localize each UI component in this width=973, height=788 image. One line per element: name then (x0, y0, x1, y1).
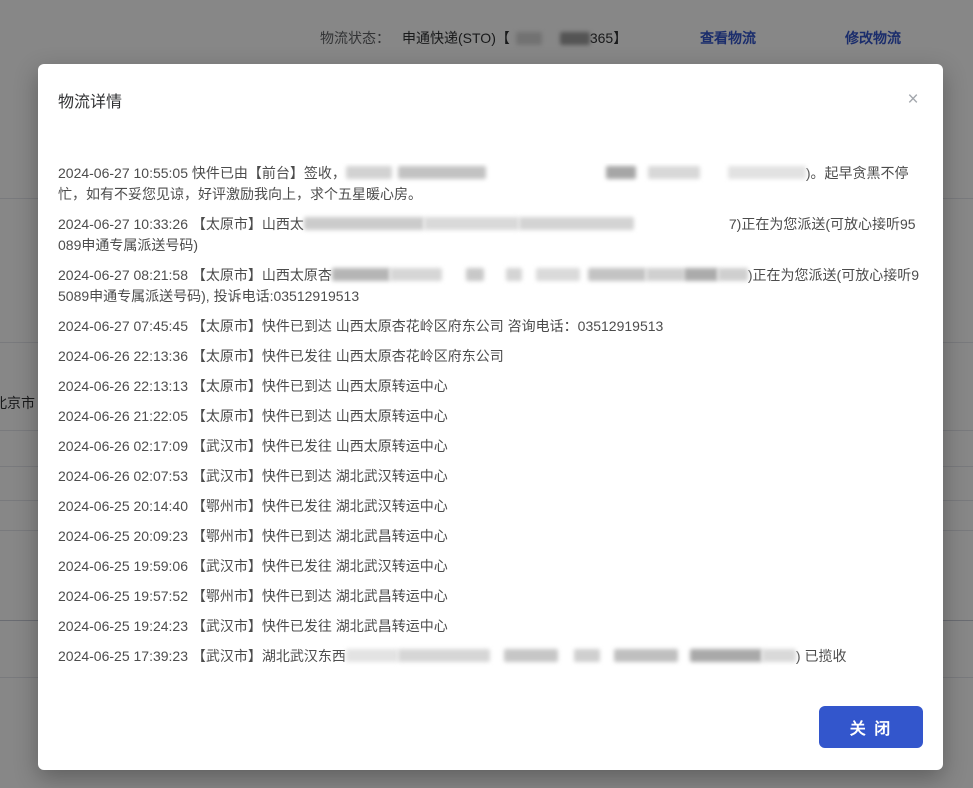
redacted-text (390, 268, 442, 281)
redacted-gap (392, 177, 398, 178)
tracking-entry-text: 2024-06-25 19:24:23 【武汉市】快件已发往 湖北武昌转运中心 (58, 618, 448, 634)
redacted-text (466, 268, 484, 281)
redacted-text (684, 268, 718, 281)
redacted-text (504, 649, 558, 662)
redacted-text (614, 649, 678, 662)
redacted-text (506, 268, 522, 281)
redacted-text (304, 217, 424, 230)
tracking-entry: 2024-06-26 22:13:13 【太原市】快件已到达 山西太原转运中心 (58, 376, 923, 397)
redacted-text (346, 649, 398, 662)
redacted-text (718, 268, 748, 281)
tracking-entry: 2024-06-25 19:57:52 【鄂州市】快件已到达 湖北武昌转运中心 (58, 586, 923, 607)
tracking-list: 2024-06-27 10:55:05 快件已由【前台】签收，)。起早贪黑不停忙… (38, 163, 943, 676)
modal-header: 物流详情 × (38, 64, 943, 114)
redacted-gap (700, 177, 728, 178)
tracking-entry-text: ) 已揽收 (796, 648, 847, 664)
tracking-entry-text: 2024-06-25 19:57:52 【鄂州市】快件已到达 湖北武昌转运中心 (58, 588, 448, 604)
tracking-entry-text: 2024-06-26 02:07:53 【武汉市】快件已到达 湖北武汉转运中心 (58, 468, 448, 484)
tracking-entry-text: 2024-06-25 20:14:40 【鄂州市】快件已发往 湖北武汉转运中心 (58, 498, 448, 514)
redacted-text (519, 217, 634, 230)
tracking-entry: 2024-06-26 02:17:09 【武汉市】快件已发往 山西太原转运中心 (58, 436, 923, 457)
tracking-entry: 2024-06-27 07:45:45 【太原市】快件已到达 山西太原杏花岭区府… (58, 316, 923, 337)
redacted-gap (580, 279, 588, 280)
redacted-gap (634, 228, 729, 229)
tracking-entry: 2024-06-27 10:55:05 快件已由【前台】签收，)。起早贪黑不停忙… (58, 163, 923, 205)
redacted-gap (636, 177, 648, 178)
redacted-text (648, 166, 700, 179)
redacted-text (398, 649, 490, 662)
tracking-entry-text: 2024-06-27 10:33:26 【太原市】山西太 (58, 216, 304, 232)
close-icon[interactable]: × (901, 88, 925, 112)
tracking-entry: 2024-06-26 02:07:53 【武汉市】快件已到达 湖北武汉转运中心 (58, 466, 923, 487)
tracking-entry: 2024-06-25 19:59:06 【武汉市】快件已发往 湖北武汉转运中心 (58, 556, 923, 577)
redacted-gap (678, 660, 690, 661)
logistics-detail-modal: 物流详情 × 2024-06-27 10:55:05 快件已由【前台】签收，)。… (38, 64, 943, 770)
redacted-gap (442, 279, 466, 280)
tracking-entry-text: 2024-06-27 10:55:05 快件已由【前台】签收， (58, 165, 346, 181)
tracking-entry: 2024-06-26 22:13:36 【太原市】快件已发往 山西太原杏花岭区府… (58, 346, 923, 367)
redacted-gap (484, 279, 506, 280)
redacted-gap (490, 660, 504, 661)
close-button[interactable]: 关 闭 (819, 706, 923, 748)
tracking-entry-text: 2024-06-25 19:59:06 【武汉市】快件已发往 湖北武汉转运中心 (58, 558, 448, 574)
redacted-text (398, 166, 486, 179)
tracking-entry-text: 2024-06-26 21:22:05 【太原市】快件已到达 山西太原转运中心 (58, 408, 448, 424)
tracking-entry: 2024-06-25 20:09:23 【鄂州市】快件已到达 湖北武昌转运中心 (58, 526, 923, 547)
redacted-text (536, 268, 580, 281)
tracking-entry: 2024-06-27 08:21:58 【太原市】山西太原杏)正在为您派送(可放… (58, 265, 923, 307)
redacted-text (606, 166, 636, 179)
tracking-entry: 2024-06-26 21:22:05 【太原市】快件已到达 山西太原转运中心 (58, 406, 923, 427)
redacted-text (574, 649, 600, 662)
redacted-text (346, 166, 392, 179)
tracking-entry-text: 2024-06-26 02:17:09 【武汉市】快件已发往 山西太原转运中心 (58, 438, 448, 454)
tracking-entry: 2024-06-25 20:14:40 【鄂州市】快件已发往 湖北武汉转运中心 (58, 496, 923, 517)
tracking-entry-text: 2024-06-27 07:45:45 【太原市】快件已到达 山西太原杏花岭区府… (58, 318, 663, 334)
redacted-gap (600, 660, 614, 661)
tracking-entry: 2024-06-25 19:24:23 【武汉市】快件已发往 湖北武昌转运中心 (58, 616, 923, 637)
tracking-entry-text: 2024-06-25 20:09:23 【鄂州市】快件已到达 湖北武昌转运中心 (58, 528, 448, 544)
tracking-entry-text: 2024-06-26 22:13:36 【太原市】快件已发往 山西太原杏花岭区府… (58, 348, 504, 364)
redacted-text (762, 649, 796, 662)
modal-title: 物流详情 (58, 92, 923, 114)
tracking-entry-text: 2024-06-27 08:21:58 【太原市】山西太原杏 (58, 267, 332, 283)
tracking-entry-text: 2024-06-26 22:13:13 【太原市】快件已到达 山西太原转运中心 (58, 378, 448, 394)
redacted-text (424, 217, 519, 230)
tracking-entry: 2024-06-25 17:39:23 【武汉市】湖北武汉东西 ) 已揽收 (58, 646, 923, 667)
redacted-text (728, 166, 806, 179)
redacted-text (690, 649, 762, 662)
redacted-gap (558, 660, 574, 661)
redacted-text (588, 268, 646, 281)
redacted-gap (486, 177, 606, 178)
redacted-text (646, 268, 684, 281)
redacted-text (332, 268, 390, 281)
tracking-entry: 2024-06-27 10:33:26 【太原市】山西太7)正在为您派送(可放心… (58, 214, 923, 256)
redacted-gap (522, 279, 536, 280)
modal-footer: 关 闭 (819, 706, 923, 748)
tracking-entry-text: 2024-06-25 17:39:23 【武汉市】湖北武汉东西 (58, 648, 346, 664)
